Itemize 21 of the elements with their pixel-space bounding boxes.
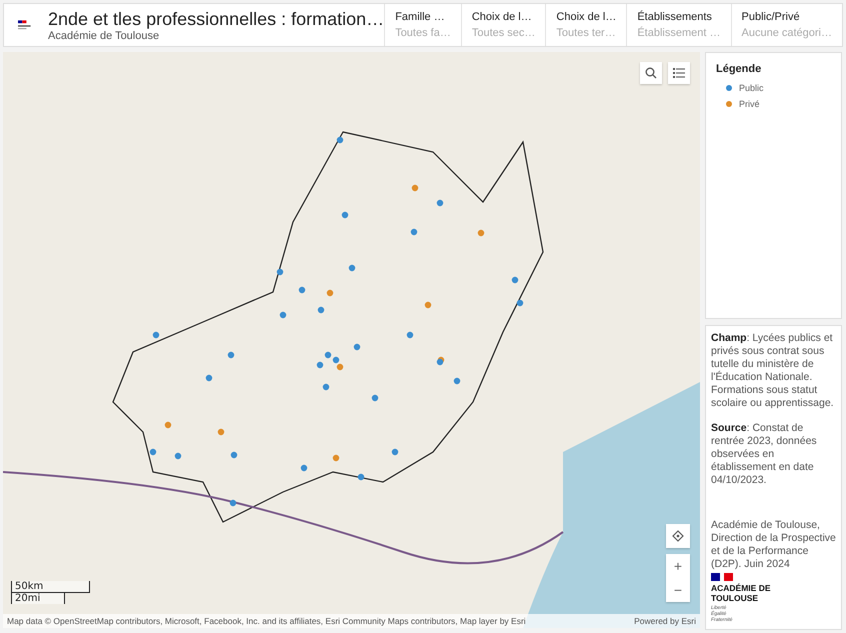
- flag-icon: [711, 573, 733, 581]
- search-icon: [645, 67, 657, 79]
- search-button[interactable]: [640, 62, 662, 84]
- map-area[interactable]: + − 50km 20mi Map data © OpenStreetMap contributors, Microsoft, Facebook, Inc. and its affiliates, Esri Community Maps contributors, Map layer by Esri Powered by Esri: [3, 52, 700, 628]
- list-icon: [673, 67, 685, 79]
- legend-title: Légende: [716, 63, 762, 75]
- app-subtitle: Académie de Toulouse: [48, 30, 160, 42]
- locate-button[interactable]: [666, 524, 690, 548]
- scale-bar: 50km 20mi: [11, 581, 90, 604]
- layer-list-button[interactable]: [668, 62, 690, 84]
- info-paragraph: Source: Constat de rentrée 2023, données observées en établissement en date 04/10/2023.: [711, 422, 818, 487]
- legend-label: Privé: [739, 99, 760, 109]
- attribution-text: Map data © OpenStreetMap contributors, Microsoft, Facebook, Inc. and its affiliates, Esri Community Maps contributors, Map layer by Esri: [7, 616, 526, 626]
- zoom-out-button[interactable]: −: [666, 578, 690, 602]
- academy-logo-text: ACADÉMIE DE TOULOUSE: [711, 583, 772, 603]
- credit-text: Académie de Toulouse, Direction de la Prospective et de la Performance (D2P). Juin 2024: [711, 519, 837, 571]
- info-paragraph: Champ: Lycées publics et privés sous contrat sous tutelle du ministère de l'Éducation Nationale. Formations sous statut scolaire ou apprentissage.: [711, 332, 835, 410]
- legend-label: Public: [739, 83, 764, 93]
- zoom-in-button[interactable]: +: [666, 554, 690, 578]
- powered-by-text: Powered by Esri: [634, 616, 696, 626]
- app-title: 2nde et tles professionnelles : formation…: [48, 8, 384, 30]
